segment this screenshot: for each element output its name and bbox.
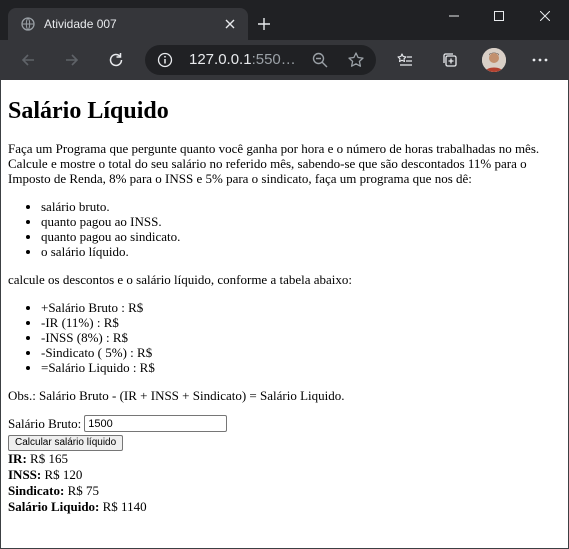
calculation-list: +Salário Bruto : R$ -IR (11%) : R$ -INSS…: [8, 300, 561, 375]
list-item: =Salário Liquido : R$: [41, 360, 561, 375]
result-inss: INSS: R$ 120: [8, 467, 561, 483]
more-icon[interactable]: [528, 48, 552, 72]
arrow-right-icon[interactable]: [60, 48, 84, 72]
result-ir: IR: R$ 165: [8, 451, 561, 467]
collections-icon[interactable]: [438, 48, 462, 72]
info-icon[interactable]: [157, 52, 173, 68]
avatar[interactable]: [482, 48, 506, 72]
calculate-button[interactable]: Calcular salário líquido: [8, 435, 124, 451]
reading-list-icon[interactable]: [393, 48, 417, 72]
result-inss-label: INSS:: [8, 467, 42, 482]
page-content: Salário Líquido Faça um Programa que per…: [1, 97, 568, 515]
result-liquido-label: Salário Liquido:: [8, 499, 100, 514]
maximize-button[interactable]: [476, 0, 522, 32]
url-text[interactable]: 127.0.0.1:550…: [189, 52, 296, 68]
list-item: +Salário Bruto : R$: [41, 300, 561, 315]
address-bar[interactable]: 127.0.0.1:550…: [145, 45, 376, 75]
tab-strip: Atividade 007: [0, 0, 569, 40]
minimize-button[interactable]: [431, 0, 477, 32]
salary-label: Salário Bruto:: [8, 416, 82, 431]
result-sindicato-value: R$ 75: [67, 483, 100, 498]
result-sindicato-label: Sindicato:: [8, 483, 65, 498]
result-ir-value: R$ 165: [30, 451, 68, 466]
plus-icon[interactable]: [254, 14, 274, 34]
result-sindicato: Sindicato: R$ 75: [8, 483, 561, 499]
result-ir-label: IR:: [8, 451, 27, 466]
globe-icon: [20, 16, 36, 32]
result-inss-value: R$ 120: [44, 467, 83, 482]
list-item: -Sindicato ( 5%) : R$: [41, 345, 561, 360]
list-item: quanto pagou ao sindicato.: [41, 229, 561, 244]
obs-paragraph: Obs.: Salário Bruto - (IR + INSS + Sindi…: [8, 388, 345, 403]
browser-window: Atividade 007 127.0.0.1:550… Salário Líq…: [0, 0, 569, 549]
list-item: quanto pagou ao INSS.: [41, 214, 561, 229]
list-item: salário bruto.: [41, 199, 561, 214]
list-item: o salário líquido.: [41, 244, 561, 259]
result-liquido-value: R$ 1140: [102, 499, 147, 514]
reload-icon[interactable]: [104, 48, 128, 72]
star-icon[interactable]: [347, 51, 365, 69]
result-liquido: Salário Liquido: R$ 1140: [8, 499, 561, 515]
window-close-button[interactable]: [522, 0, 568, 32]
url-host: 127.0.0.1: [189, 51, 252, 68]
tab-title: Atividade 007: [44, 17, 117, 31]
close-icon[interactable]: [220, 14, 240, 34]
zoom-out-icon[interactable]: [311, 51, 329, 69]
page-title: Salário Líquido: [8, 98, 169, 124]
list-item: -IR (11%) : R$: [41, 315, 561, 330]
salary-form-row: Salário Bruto:: [8, 414, 561, 433]
url-port: :550…: [251, 51, 296, 68]
browser-toolbar: 127.0.0.1:550…: [0, 40, 569, 80]
requirements-list: salário bruto. quanto pagou ao INSS. qua…: [8, 199, 561, 259]
list-item: -INSS (8%) : R$: [41, 330, 561, 345]
intro-paragraph: Faça um Programa que pergunte quanto voc…: [8, 141, 540, 186]
table-intro: calcule os descontos e o salário líquido…: [8, 272, 353, 287]
tab-atividade[interactable]: Atividade 007: [8, 8, 248, 40]
arrow-left-icon[interactable]: [16, 48, 40, 72]
salary-input[interactable]: [84, 415, 228, 432]
page-viewport: Salário Líquido Faça um Programa que per…: [0, 80, 569, 549]
